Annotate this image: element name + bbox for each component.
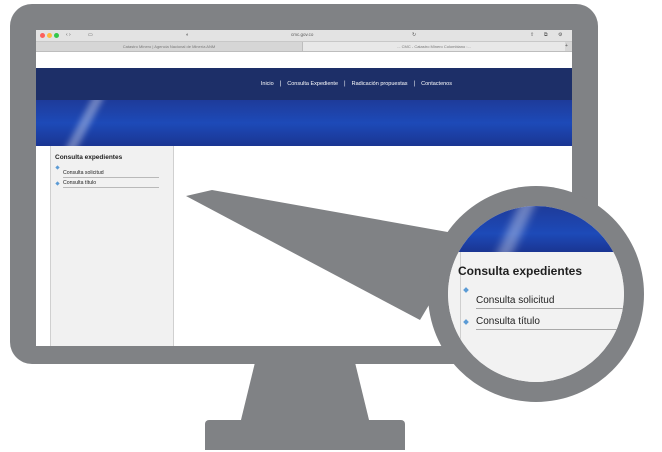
magnified-sidebar-title: Consulta expedientes [458, 264, 583, 278]
magnifier-lens: Consulta expedientes Consulta solicitud … [428, 186, 644, 402]
banner-light-streak [489, 206, 541, 252]
magnified-banner [448, 206, 624, 252]
magnified-item-consulta-titulo[interactable]: Consulta título [476, 316, 624, 330]
magnified-item-consulta-solicitud[interactable]: Consulta solicitud [476, 295, 624, 309]
magnifier-view: Consulta expedientes Consulta solicitud … [448, 206, 624, 382]
